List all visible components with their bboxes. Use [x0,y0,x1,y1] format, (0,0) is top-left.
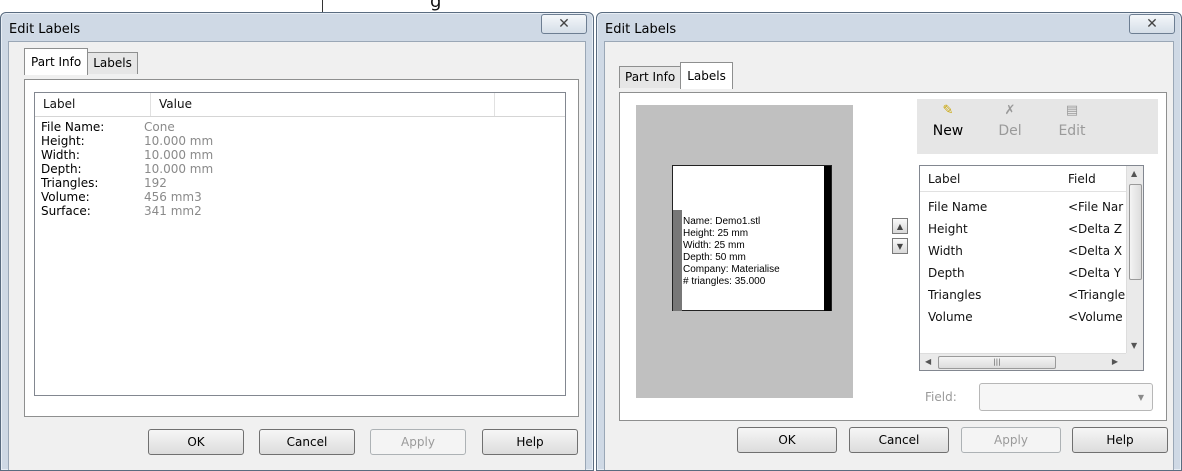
list-row[interactable]: Triangles: 192 [35,176,565,190]
column-header-value[interactable]: Value [151,93,495,116]
apply-button[interactable]: Apply [370,429,466,455]
horizontal-scrollbar[interactable]: ◀ ||| ▶ [920,353,1126,370]
delete-label-icon: ✗ [1004,103,1016,118]
dialog-title: Edit Labels [9,22,81,37]
background-text: g [430,0,442,12]
cancel-button[interactable]: Cancel [849,427,949,453]
move-up-button[interactable]: ▲ [892,218,908,234]
title-bar[interactable]: Edit Labels ✕ [597,13,1181,41]
ok-button[interactable]: OK [737,427,837,453]
new-label-icon: ✎ [942,103,954,118]
edit-label-icon: ▤ [1065,103,1079,118]
list-row[interactable]: Volume: 456 mm3 [35,190,565,204]
edit-labels-dialog-part-info: Edit Labels ✕ Part Info Labels Label Val… [0,12,594,471]
column-header-label[interactable]: Label [928,172,960,186]
labels-list[interactable]: Label Field File Name <File Nar Height <De… [919,165,1144,371]
list-row[interactable]: Depth <Delta Y [920,263,1126,285]
vertical-scroll-thumb[interactable] [1129,184,1142,280]
close-icon: ✕ [1146,16,1158,32]
list-row[interactable]: Height: 10.000 mm [35,134,565,148]
help-button[interactable]: Help [482,429,578,455]
arrow-down-icon: ▼ [896,241,904,251]
tab-part-info[interactable]: Part Info [24,48,89,75]
label-toolbar: ✎ New ✗ Del ▤ Edit [917,99,1158,154]
tab-labels[interactable]: Labels [87,52,138,74]
scroll-corner [1126,353,1143,370]
list-row[interactable]: Height <Delta Z [920,219,1126,241]
list-row[interactable]: Triangles <Triangle [920,285,1126,307]
field-dropdown[interactable]: ▼ [979,383,1153,411]
close-icon: ✕ [558,16,570,32]
horizontal-scroll-thumb[interactable]: ||| [938,356,1056,369]
cancel-button[interactable]: Cancel [259,429,355,455]
preview-text: Name: Demo1.stl Height: 25 mm Width: 25 … [683,216,780,287]
arrow-up-icon: ▲ [896,221,904,231]
list-header: Label Value [35,93,565,117]
column-header-label[interactable]: Label [35,93,151,116]
tab-panel: Label Value File Name: Cone Height: 10.000… [24,79,579,417]
field-label: Field: [925,390,957,404]
move-down-button[interactable]: ▼ [892,238,908,254]
edit-labels-dialog-labels: Edit Labels ✕ Part Info Labels Name: Dem… [596,12,1182,471]
list-row[interactable]: Volume <Volume [920,307,1126,329]
apply-button[interactable]: Apply [961,427,1061,453]
chevron-down-icon: ▼ [1137,393,1144,402]
preview-left-bar [673,210,682,311]
delete-button[interactable]: ✗ Del [979,99,1041,154]
edit-button[interactable]: ▤ Edit [1041,99,1103,154]
list-header: Label Field [920,166,1126,192]
tab-panel: Name: Demo1.stl Height: 25 mm Width: 25 … [619,92,1167,421]
preview-right-bar [824,166,831,311]
tab-part-info[interactable]: Part Info [619,66,682,88]
column-header-field[interactable]: Field [1068,172,1096,186]
tab-labels[interactable]: Labels [680,62,733,89]
ok-button[interactable]: OK [148,429,244,455]
list-row[interactable]: Width <Delta X [920,241,1126,263]
scroll-right-icon[interactable]: ▶ [1112,357,1118,366]
part-info-list[interactable]: Label Value File Name: Cone Height: 10.000… [34,92,566,396]
list-row[interactable]: Depth: 10.000 mm [35,162,565,176]
label-preview-area: Name: Demo1.stl Height: 25 mm Width: 25 … [636,105,853,398]
list-row[interactable]: Width: 10.000 mm [35,148,565,162]
new-button[interactable]: ✎ New [917,99,979,154]
scroll-left-icon[interactable]: ◀ [925,357,931,366]
close-button[interactable]: ✕ [541,14,587,34]
label-preview-card: Name: Demo1.stl Height: 25 mm Width: 25 … [672,165,832,311]
scroll-up-icon[interactable]: ▲ [1131,169,1137,178]
list-row[interactable]: File Name <File Nar [920,197,1126,219]
dialog-title: Edit Labels [605,22,677,37]
list-row[interactable]: Surface: 341 mm2 [35,204,565,218]
list-body: File Name: Cone Height: 10.000 mm Width: 10… [35,117,565,218]
vertical-scrollbar[interactable]: ▲ ▼ [1126,166,1143,353]
title-bar[interactable]: Edit Labels ✕ [1,13,593,41]
list-row[interactable]: File Name: Cone [35,120,565,134]
close-button[interactable]: ✕ [1129,14,1175,34]
tab-strip: Part Info Labels [24,47,138,75]
tab-strip: Part Info Labels [619,61,733,89]
scroll-down-icon[interactable]: ▼ [1131,341,1137,350]
help-button[interactable]: Help [1072,427,1168,453]
